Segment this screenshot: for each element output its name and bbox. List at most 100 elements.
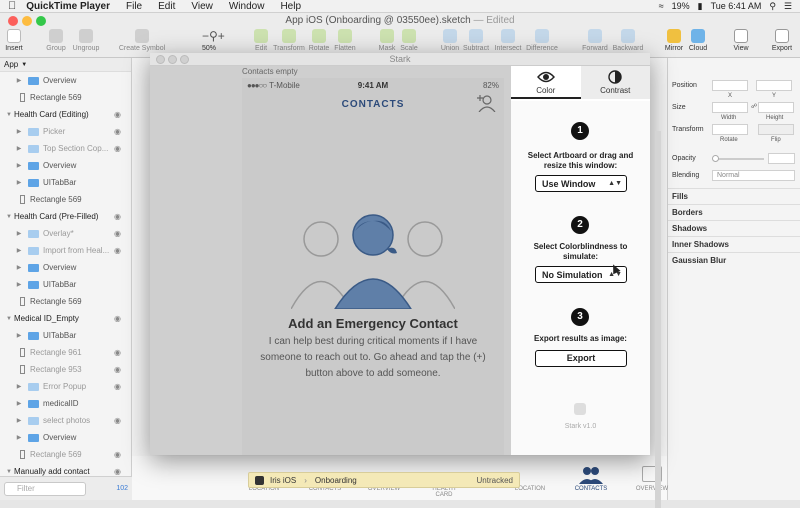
battery-icon[interactable]: ▮ [698,1,703,12]
backward-button[interactable]: Backward [604,29,652,52]
rotate-field[interactable] [712,124,748,135]
eye-icon[interactable]: ◉ [114,348,121,357]
git-project[interactable]: Iris iOS [270,476,296,485]
layer-item[interactable]: ▶ select photos ◉ [0,412,131,429]
layer-item[interactable]: ▶ Import from Heal... ◉ [0,242,131,259]
layer-item[interactable]: Rectangle 953 ◉ [0,361,131,378]
app-menu[interactable]: QuickTime Player [26,1,110,12]
disclosure-triangle-icon[interactable]: ▶ [14,417,24,424]
disclosure-triangle-icon[interactable]: ▼ [4,112,14,118]
disclosure-triangle-icon[interactable]: ▼ [4,214,14,220]
layer-group[interactable]: ▼ Health Card (Editing) ◉ [0,106,131,123]
disclosure-triangle-icon[interactable]: ▶ [14,434,24,441]
layer-item[interactable]: Rectangle 569 ◉ [0,446,131,463]
disclosure-triangle-icon[interactable]: ▶ [14,281,24,288]
eye-icon[interactable]: ◉ [114,382,121,391]
clock[interactable]: Tue 6:41 AM [711,1,762,11]
menu-file[interactable]: File [126,1,142,12]
opacity-slider[interactable] [714,158,764,160]
eye-icon[interactable]: ◉ [114,229,121,238]
layer-group[interactable]: ▼ Health Card (Pre-Filled) ◉ [0,208,131,225]
disclosure-triangle-icon[interactable]: ▶ [14,264,24,271]
ungroup-button[interactable]: Ungroup [62,29,110,52]
page-selector[interactable]: App ▼ [0,58,131,72]
height-field[interactable] [758,102,794,113]
layer-item[interactable]: Rectangle 569 [0,89,131,106]
shadows-section[interactable]: Shadows [668,220,800,236]
difference-button[interactable]: Difference [518,29,566,52]
layer-item[interactable]: ▶ Picker ◉ [0,123,131,140]
stark-close-button[interactable] [156,55,165,64]
eye-icon[interactable]: ◉ [114,110,121,119]
export-toolbar-button[interactable]: Export [758,29,800,52]
layer-item[interactable]: ▶ Overview [0,72,131,89]
layer-item[interactable]: ▶ Overview [0,429,131,446]
layer-item[interactable]: Rectangle 569 [0,293,131,310]
tab-color[interactable]: Color [511,66,581,99]
disclosure-triangle-icon[interactable]: ▼ [4,316,14,322]
x-field[interactable] [712,80,748,91]
disclosure-triangle-icon[interactable]: ▶ [14,400,24,407]
layer-item[interactable]: Rectangle 961 ◉ [0,344,131,361]
eye-icon[interactable]: ◉ [114,450,121,459]
layer-item[interactable]: ▶ Error Popup ◉ [0,378,131,395]
width-field[interactable] [712,102,748,113]
disclosure-triangle-icon[interactable]: ▶ [14,332,24,339]
layer-item[interactable]: ▶ Overlay* ◉ [0,225,131,242]
filter-input[interactable]: Filter [4,481,86,496]
flatten-button[interactable]: Flatten [321,29,369,52]
eye-icon[interactable]: ◉ [114,127,121,136]
menu-view[interactable]: View [191,1,213,12]
eye-icon[interactable]: ◉ [114,467,121,476]
stark-minimize-button[interactable] [168,55,177,64]
cloud-button[interactable]: Cloud [674,29,722,52]
eye-icon[interactable]: ◉ [114,144,121,153]
menu-list-icon[interactable]: ☰ [784,1,792,12]
disclosure-triangle-icon[interactable]: ▶ [14,179,24,186]
eye-icon[interactable]: ◉ [114,416,121,425]
layer-item[interactable]: ▶ medicalID [0,395,131,412]
layer-item[interactable]: ▶ Overview [0,259,131,276]
stark-zoom-button[interactable] [180,55,189,64]
eye-icon[interactable]: ◉ [114,212,121,221]
menu-window[interactable]: Window [229,1,265,12]
disclosure-triangle-icon[interactable]: ▶ [14,145,24,152]
fills-section[interactable]: Fills [668,188,800,204]
artboard-select[interactable]: Use Window ▲▼ [535,175,627,192]
export-button[interactable]: Export [535,350,627,367]
disclosure-triangle-icon[interactable]: ▶ [14,383,24,390]
layer-item[interactable]: ▶ UITabBar [0,327,131,344]
menu-help[interactable]: Help [280,1,301,12]
layer-item[interactable]: ▶ Overview [0,157,131,174]
eye-icon[interactable]: ◉ [114,246,121,255]
zoom-control[interactable]: −⚲+ 50% [185,29,233,52]
opacity-field[interactable] [768,153,795,164]
git-branch[interactable]: Onboarding [315,476,357,485]
inner-shadows-section[interactable]: Inner Shadows [668,236,800,252]
layer-item[interactable]: ▶ Top Section Cop... ◉ [0,140,131,157]
borders-section[interactable]: Borders [668,204,800,220]
disclosure-triangle-icon[interactable]: ▼ [4,469,14,475]
disclosure-triangle-icon[interactable]: ▶ [14,247,24,254]
search-icon[interactable]: ⚲ [769,1,776,12]
layer-item[interactable]: ▶ UITabBar [0,276,131,293]
wifi-icon[interactable]: ≈ [659,1,664,11]
eye-icon[interactable]: ◉ [114,365,121,374]
layer-item[interactable]: Rectangle 569 [0,191,131,208]
disclosure-triangle-icon[interactable]: ▶ [14,230,24,237]
y-field[interactable] [756,80,792,91]
flip-buttons[interactable] [758,124,794,135]
create-symbol-button[interactable]: Create Symbol [118,29,166,52]
disclosure-triangle-icon[interactable]: ▶ [14,128,24,135]
opacity-slider-knob[interactable] [712,155,719,162]
lock-icon[interactable]: ☍ [751,103,757,110]
layer-group[interactable]: ▼ Medical ID_Empty ◉ [0,310,131,327]
apple-icon[interactable]:  [8,0,16,12]
gaussian-blur-section[interactable]: Gaussian Blur [668,252,800,268]
eye-icon[interactable]: ◉ [114,314,121,323]
layer-item[interactable]: ▶ UITabBar [0,174,131,191]
blending-select[interactable]: Normal [712,170,795,181]
disclosure-triangle-icon[interactable]: ▶ [14,162,24,169]
disclosure-triangle-icon[interactable]: ▶ [14,77,24,84]
menu-edit[interactable]: Edit [158,1,175,12]
